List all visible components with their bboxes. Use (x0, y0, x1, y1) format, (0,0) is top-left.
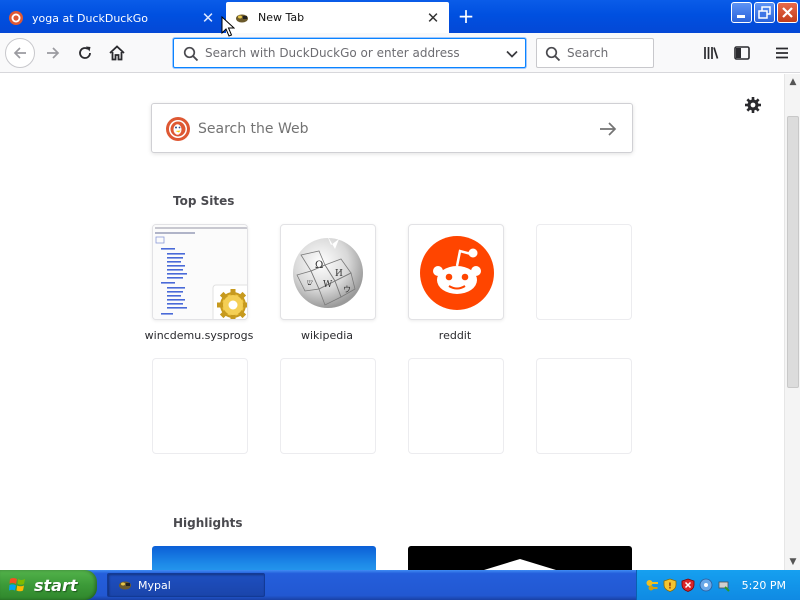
taskbar-window-button[interactable]: Mypal (107, 573, 265, 597)
close-window-button[interactable] (777, 2, 798, 23)
library-button[interactable] (697, 39, 725, 67)
antivirus-shield-icon[interactable] (681, 578, 695, 592)
tab-duckduckgo-search[interactable]: yoga at DuckDuckGo ✕ (0, 3, 224, 33)
top-site-tile-empty[interactable] (536, 358, 632, 454)
safely-remove-hardware-icon[interactable] (717, 578, 731, 592)
top-site-label[interactable]: wincdemu.sysprogs (139, 329, 259, 342)
scroll-up-icon[interactable]: ▲ (785, 74, 800, 90)
minimize-icon (737, 15, 745, 18)
web-search-input[interactable] (198, 117, 588, 141)
reload-button[interactable] (71, 39, 99, 67)
new-tab-page: Top Sites (0, 74, 784, 570)
svg-text:ウ: ウ (343, 285, 351, 294)
svg-text:И: И (335, 269, 343, 279)
start-label: start (34, 575, 78, 595)
top-site-tile-empty[interactable] (152, 358, 248, 454)
search-input[interactable] (567, 43, 649, 63)
back-arrow-icon (13, 47, 26, 59)
address-bar[interactable] (173, 38, 526, 68)
system-tray: ! 5:20 PM (636, 570, 800, 600)
mypal-app-icon (119, 581, 131, 590)
top-sites-title: Top Sites (173, 194, 235, 208)
search-icon (183, 46, 199, 62)
library-icon (704, 47, 719, 59)
forward-arrow-icon (47, 47, 60, 59)
start-button[interactable]: start (0, 570, 97, 600)
reddit-icon (420, 236, 494, 310)
back-button[interactable] (5, 38, 35, 68)
windows-logo-icon (9, 578, 25, 592)
duckduckgo-logo-icon (166, 117, 190, 141)
windows-taskbar: start Mypal ! 5:20 PM (0, 570, 800, 600)
search-bar[interactable] (536, 38, 654, 68)
tab-new-tab[interactable]: New Tab ✕ (226, 2, 449, 33)
top-site-label[interactable]: wikipedia (267, 329, 387, 342)
minimize-button[interactable] (731, 2, 752, 23)
navigation-toolbar (0, 33, 800, 73)
top-site-tile-empty[interactable] (408, 358, 504, 454)
top-site-tile-reddit[interactable] (408, 224, 504, 320)
forward-button[interactable] (39, 39, 67, 67)
tab-title: New Tab (258, 11, 305, 24)
home-icon (109, 45, 125, 61)
home-button[interactable] (103, 39, 131, 67)
svg-text:Ω: Ω (315, 260, 323, 271)
gear-icon[interactable] (743, 95, 763, 115)
chevron-down-icon[interactable] (505, 47, 519, 61)
top-site-tile-empty[interactable] (280, 358, 376, 454)
svg-text:W: W (323, 280, 333, 290)
new-tab-plus-icon[interactable]: + (454, 5, 478, 29)
title-bar: yoga at DuckDuckGo ✕ New Tab ✕ + (0, 0, 800, 33)
close-icon (782, 7, 793, 18)
top-site-tile-wikipedia[interactable]: Ω И W ウ ש (280, 224, 376, 320)
sidebar-button[interactable] (728, 39, 756, 67)
reload-icon (79, 46, 91, 59)
menu-button[interactable] (768, 39, 796, 67)
highlight-card-image[interactable] (408, 546, 632, 570)
new-tab-icon (236, 14, 248, 22)
restore-button[interactable] (754, 2, 775, 23)
mouse-cursor-icon (221, 16, 235, 37)
svg-text:ש: ש (307, 278, 313, 287)
sidebar-icon (734, 46, 750, 60)
svg-text:!: ! (668, 582, 672, 591)
scrollbar-thumb[interactable] (787, 116, 799, 388)
address-input[interactable] (205, 43, 495, 63)
web-search-box[interactable] (151, 103, 633, 153)
search-icon (545, 46, 561, 62)
highlight-card-image[interactable] (152, 546, 376, 570)
top-site-label[interactable]: reddit (395, 329, 515, 342)
security-shield-icon[interactable]: ! (663, 578, 677, 592)
highlights-title: Highlights (173, 516, 243, 530)
duckduckgo-icon (9, 11, 23, 25)
top-site-tile-empty[interactable] (536, 224, 632, 320)
network-keys-icon[interactable] (645, 578, 659, 592)
arrow-right-icon[interactable] (599, 120, 617, 138)
wincdemu-thumbnail (153, 225, 247, 319)
hamburger-menu-icon (776, 47, 788, 59)
vertical-scrollbar[interactable]: ▲ ▼ (784, 74, 800, 570)
wikipedia-icon: Ω И W ウ ש (293, 235, 363, 308)
disc-tool-icon[interactable] (699, 578, 713, 592)
tab-close-icon[interactable]: ✕ (423, 10, 443, 25)
scroll-down-icon[interactable]: ▼ (785, 554, 800, 570)
restore-icon (758, 6, 771, 19)
taskbar-clock[interactable]: 5:20 PM (742, 579, 786, 592)
top-site-tile-wincdemu[interactable] (152, 224, 248, 320)
taskbar-window-label: Mypal (138, 578, 171, 592)
highlight-thumbnail-shape (484, 559, 556, 570)
tab-title: yoga at DuckDuckGo (32, 11, 148, 25)
tab-close-icon[interactable]: ✕ (198, 11, 218, 26)
